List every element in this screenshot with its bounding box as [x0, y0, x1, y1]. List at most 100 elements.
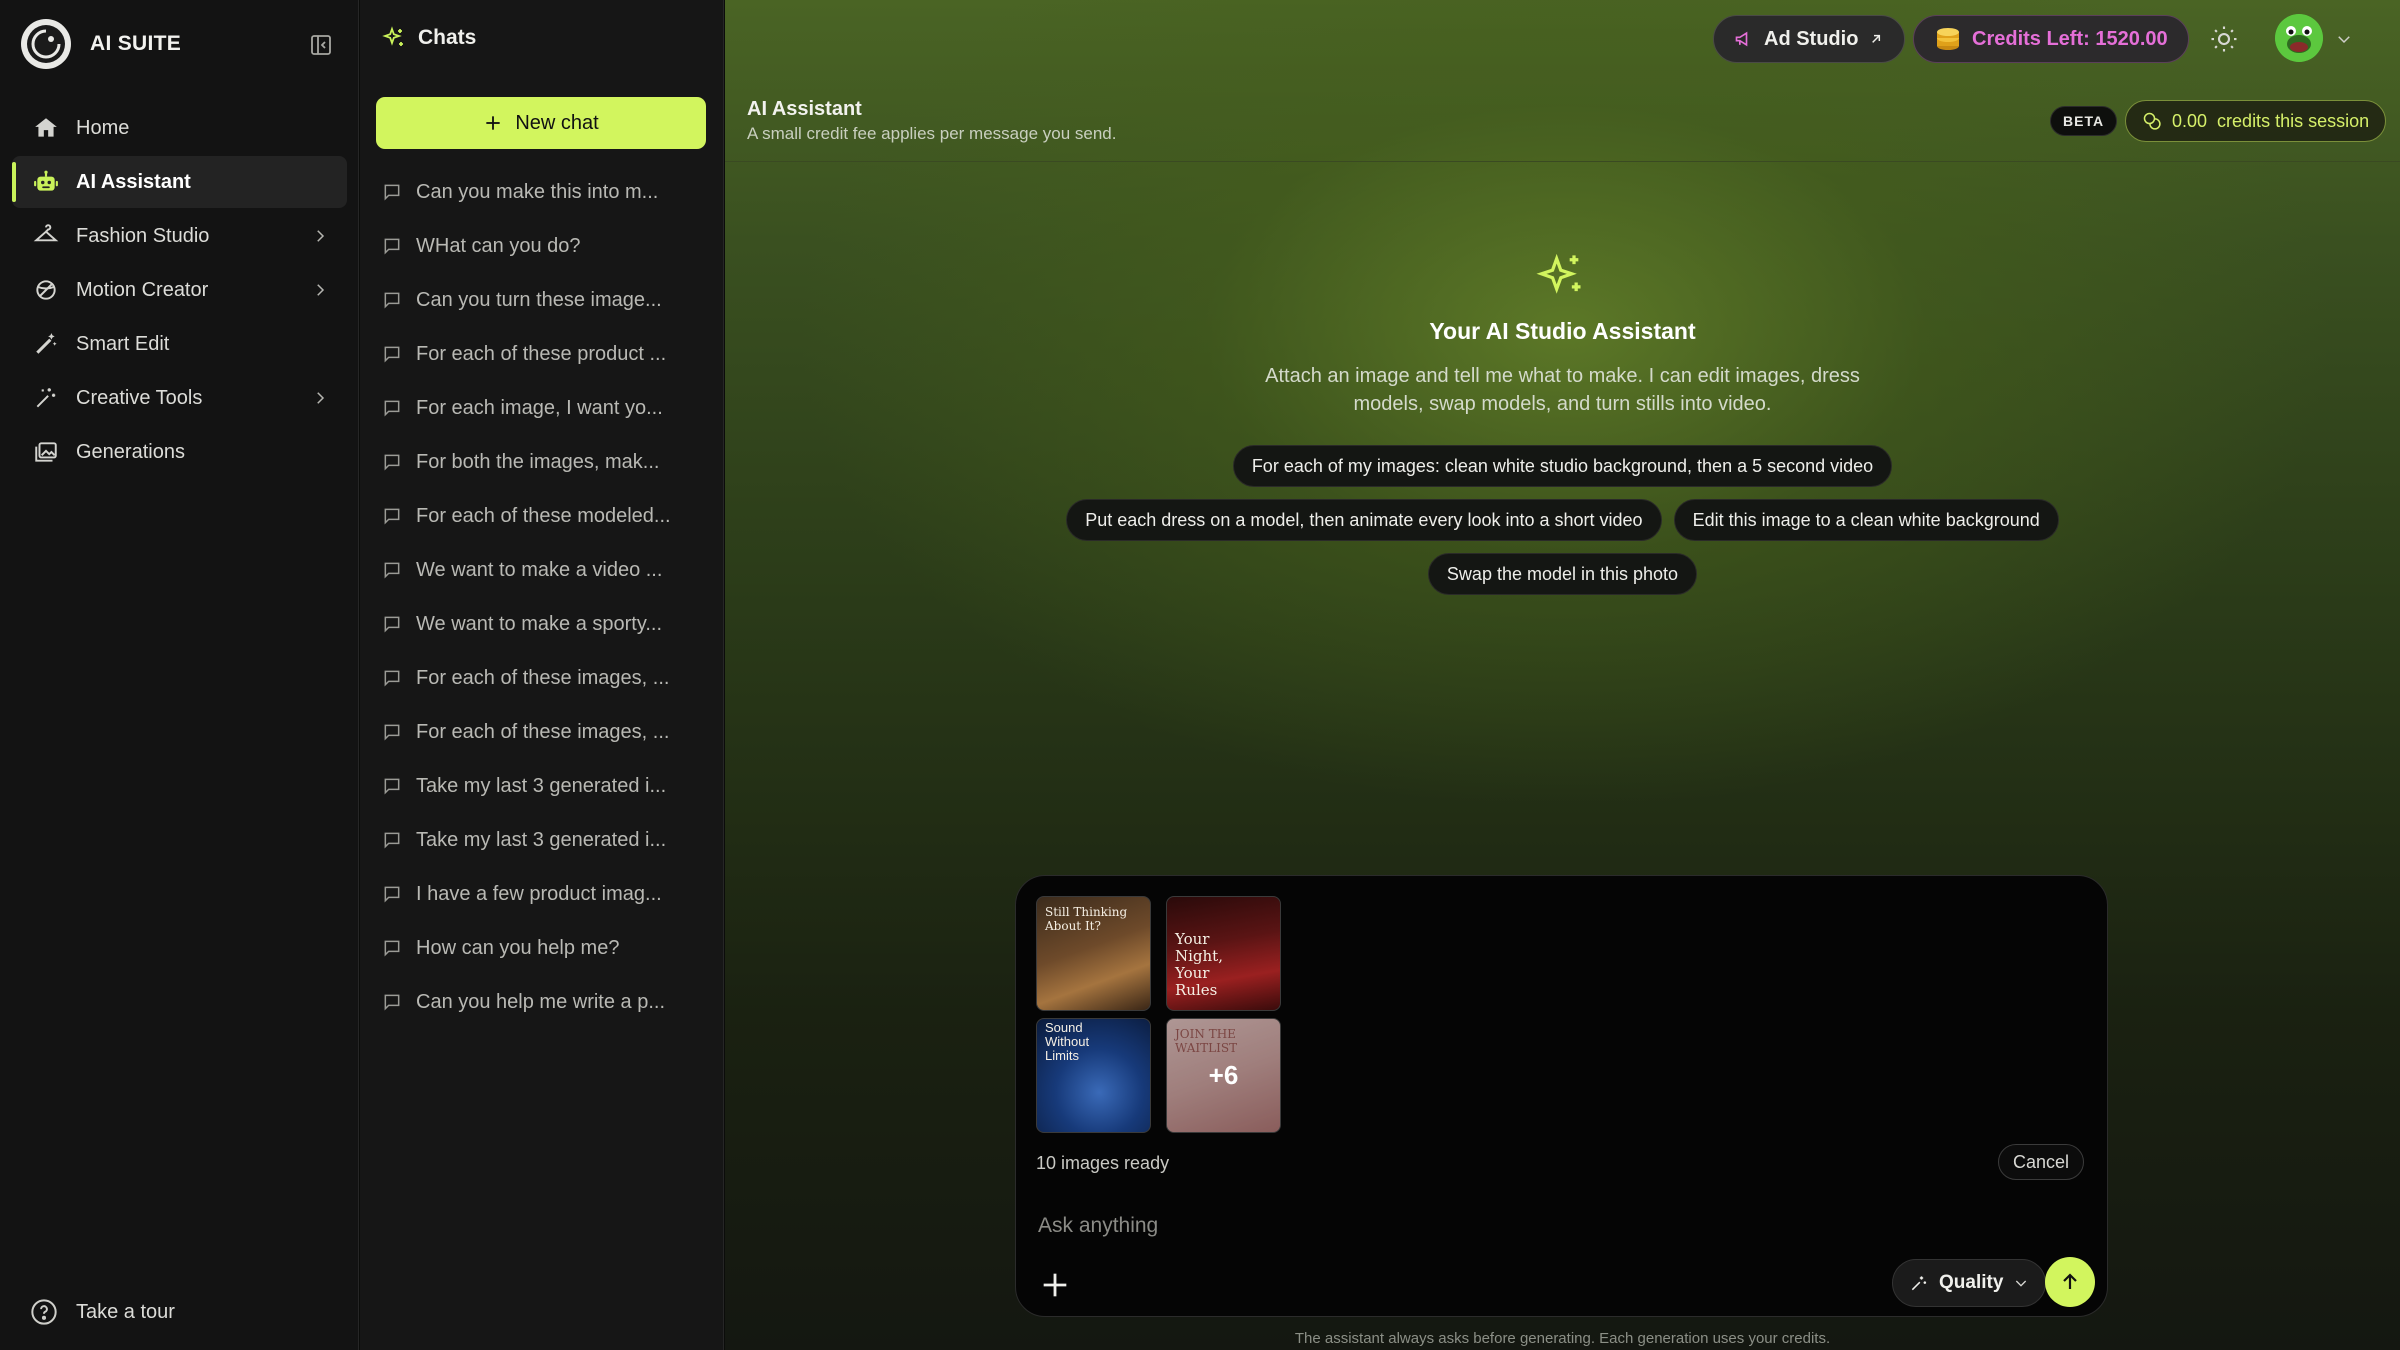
- thumbnail-caption: Your Night, Your Rules: [1175, 930, 1223, 999]
- chats-header: Chats: [382, 26, 476, 50]
- session-credits-badge: 0.00 credits this session: [2125, 100, 2387, 142]
- chat-history-title: We want to make a video ...: [416, 558, 663, 581]
- chat-bubble-icon: [384, 886, 400, 903]
- chat-bubble-icon: [384, 508, 400, 525]
- sidebar-item-motion-creator[interactable]: Motion Creator: [12, 264, 347, 316]
- chat-history-item[interactable]: We want to make a sporty...: [382, 597, 702, 651]
- suggestion-chip[interactable]: Edit this image to a clean white backgro…: [1673, 499, 2059, 541]
- chat-history-item[interactable]: Take my last 3 generated i...: [382, 759, 702, 813]
- sparkle-wand-icon: [1911, 1276, 1927, 1291]
- chat-bubble-icon: [384, 400, 400, 417]
- cancel-button[interactable]: Cancel: [1998, 1144, 2085, 1180]
- chats-panel: Chats New chat Can you make this into m.…: [360, 0, 724, 1350]
- sparkles-icon: [1536, 253, 1581, 294]
- message-input[interactable]: [1038, 1206, 2078, 1246]
- chat-history-title: For each image, I want yo...: [416, 396, 663, 419]
- chat-history-title: Can you turn these image...: [416, 288, 662, 311]
- chat-bubble-icon: [384, 346, 400, 363]
- chat-history-title: For each of these modeled...: [416, 504, 671, 527]
- ad-studio-label: Ad Studio: [1764, 27, 1859, 50]
- sidebar-item-ai-assistant[interactable]: AI Assistant: [12, 156, 347, 208]
- sidebar-item-generations[interactable]: Generations: [12, 426, 347, 478]
- chat-history-item[interactable]: Can you turn these image...: [382, 273, 702, 327]
- gallery-icon: [32, 438, 60, 466]
- chat-history-item[interactable]: Can you make this into m...: [382, 165, 702, 219]
- send-button[interactable]: [2045, 1257, 2095, 1307]
- suggestion-chip[interactable]: For each of my images: clean white studi…: [1232, 445, 1893, 487]
- attachments-status: 10 images ready: [1036, 1153, 1170, 1173]
- sidebar-nav: Home AI Assistant Fashion Studio Motion …: [12, 102, 347, 480]
- chat-history-title: I have a few product imag...: [416, 882, 662, 905]
- attachment-thumbnail[interactable]: Your Night, Your Rules: [1166, 896, 1281, 1011]
- attachment-thumbnail[interactable]: Sound Without Limits: [1036, 1018, 1151, 1133]
- chat-history-title: For each of these images, ...: [416, 666, 670, 689]
- sidebar-item-label: Smart Edit: [76, 332, 170, 355]
- assistant-main: Ad Studio Credits Left: 1520.00 AI Assis…: [725, 0, 2400, 1350]
- brand[interactable]: AI SUITE: [20, 18, 181, 70]
- chat-history-title: We want to make a sporty...: [416, 612, 663, 635]
- chevron-down-icon[interactable]: [2335, 30, 2353, 48]
- message-composer: Still Thinking About It? Your Night, You…: [1015, 875, 2108, 1317]
- attachment-thumbnail[interactable]: Still Thinking About It?: [1036, 896, 1151, 1011]
- hero-description: Attach an image and tell me what to make…: [1265, 365, 1860, 415]
- sidebar-item-label: Generations: [76, 440, 185, 463]
- chat-bubble-icon: [384, 454, 400, 471]
- beta-badge: BETA: [2050, 106, 2118, 136]
- chat-history-item[interactable]: How can you help me?: [382, 921, 702, 975]
- attachment-thumbnail[interactable]: JOIN THE WAITLIST +6: [1166, 1018, 1281, 1133]
- ad-studio-button[interactable]: Ad Studio: [1713, 15, 1906, 63]
- session-credits-suffix: credits this session: [2217, 110, 2370, 131]
- suggestion-chip[interactable]: Put each dress on a model, then animate …: [1066, 499, 1662, 541]
- chat-history-item[interactable]: We want to make a video ...: [382, 543, 702, 597]
- add-attachment-icon[interactable]: [1038, 1268, 1072, 1302]
- chat-history-item[interactable]: For each of these images, ...: [382, 651, 702, 705]
- chat-history-item[interactable]: For each of these product ...: [382, 327, 702, 381]
- collapse-sidebar-icon[interactable]: [309, 33, 333, 57]
- chat-bubble-icon: [384, 994, 400, 1011]
- chat-history-item[interactable]: For each of these modeled...: [382, 489, 702, 543]
- hanger-icon: [32, 222, 60, 250]
- chat-bubble-icon: [384, 778, 400, 795]
- brand-name: AI SUITE: [90, 32, 182, 55]
- chat-bubble-icon: [384, 832, 400, 849]
- chat-history-item[interactable]: For each of these images, ...: [382, 705, 702, 759]
- chat-bubble-icon: [384, 670, 400, 687]
- chat-history-item[interactable]: Take my last 3 generated i...: [382, 813, 702, 867]
- new-chat-button[interactable]: New chat: [376, 97, 706, 149]
- chat-bubble-icon: [384, 238, 400, 255]
- sidebar-item-label: Fashion Studio: [76, 224, 210, 247]
- sidebar-item-label: Motion Creator: [76, 278, 209, 301]
- chat-history-list: Can you make this into m... WHat can you…: [382, 165, 702, 1029]
- chat-history-title: Take my last 3 generated i...: [416, 828, 667, 851]
- credits-button[interactable]: Credits Left: 1520.00: [1913, 15, 2189, 63]
- chat-history-item[interactable]: Can you help me write a p...: [382, 975, 702, 1029]
- sidebar-item-creative-tools[interactable]: Creative Tools: [12, 372, 347, 424]
- quality-select[interactable]: Quality: [1892, 1259, 2047, 1307]
- sun-icon[interactable]: [2209, 24, 2239, 54]
- chat-history-item[interactable]: WHat can you do?: [382, 219, 702, 273]
- sidebar-item-label: AI Assistant: [76, 170, 191, 193]
- sidebar-item-fashion-studio[interactable]: Fashion Studio: [12, 210, 347, 262]
- chat-history-title: How can you help me?: [416, 936, 620, 959]
- chat-history-item[interactable]: I have a few product imag...: [382, 867, 702, 921]
- chat-history-item[interactable]: For both the images, mak...: [382, 435, 702, 489]
- motion-icon: [32, 276, 60, 304]
- sparkle-wand-icon: [32, 384, 60, 412]
- take-a-tour-button[interactable]: Take a tour: [30, 1298, 175, 1326]
- chat-history-title: For each of these product ...: [416, 342, 667, 365]
- sidebar-item-label: Creative Tools: [76, 386, 203, 409]
- avatar[interactable]: [2275, 14, 2323, 62]
- thumbnail-caption: Still Thinking About It?: [1045, 905, 1128, 933]
- chat-history-title: Take my last 3 generated i...: [416, 774, 667, 797]
- sidebar-item-home[interactable]: Home: [12, 102, 347, 154]
- sidebar-item-smart-edit[interactable]: Smart Edit: [12, 318, 347, 370]
- chevron-right-icon: [317, 392, 325, 404]
- footnote: The assistant always asks before generat…: [1294, 1330, 1831, 1347]
- session-credits-value: 0.00: [2172, 110, 2208, 131]
- external-link-icon: [1872, 34, 1881, 43]
- hero-title: Your AI Studio Assistant: [1429, 318, 1696, 344]
- chat-bubble-icon: [384, 724, 400, 741]
- suggestion-chip[interactable]: Swap the model in this photo: [1427, 553, 1698, 595]
- avatar-face-icon: [2275, 14, 2323, 62]
- chat-history-item[interactable]: For each image, I want yo...: [382, 381, 702, 435]
